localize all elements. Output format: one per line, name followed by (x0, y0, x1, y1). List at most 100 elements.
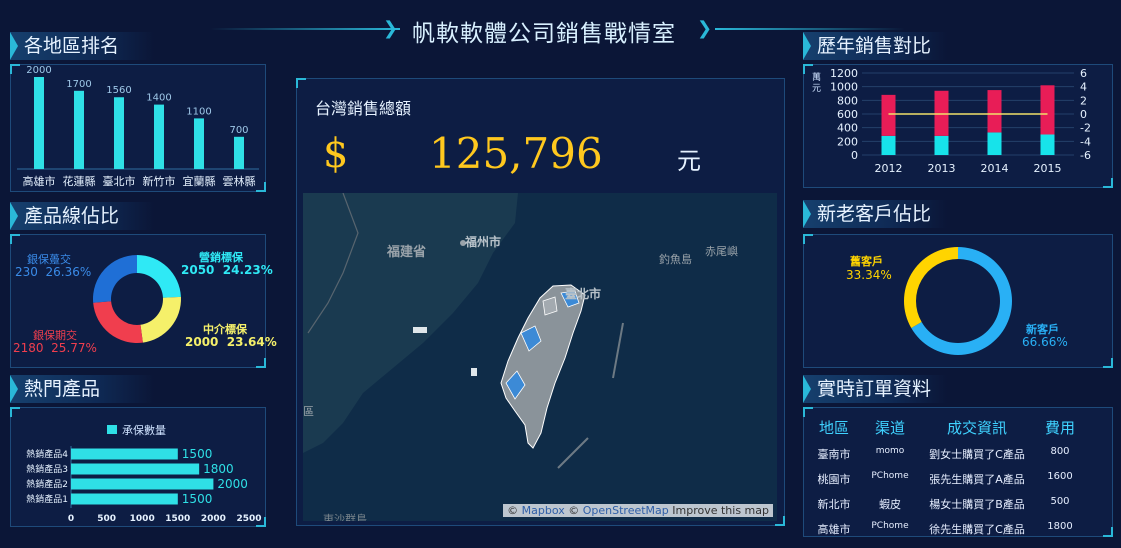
improve-map-link[interactable]: Improve this map (672, 504, 769, 517)
y2-tick-label: -2 (1080, 122, 1091, 135)
old-customer-pct: 33.34% (846, 268, 892, 282)
cell-deal: 張先生購買了A產品 (929, 473, 1025, 486)
legend-swatch (107, 425, 117, 434)
y2-tick-label: 0 (1080, 108, 1087, 121)
col-header-fee: 費用 (1044, 419, 1075, 437)
category-label: 熱銷產品1 (26, 493, 68, 505)
category-label: 臺北市 (103, 174, 136, 188)
x-tick-label: 0 (68, 514, 74, 524)
cell-channel: PChome (871, 521, 909, 531)
bar-segment (987, 90, 1002, 133)
bar-value-label: 2000 (217, 477, 248, 491)
bar-value-label: 1560 (106, 85, 131, 96)
mapbox-link[interactable]: Mapbox (522, 504, 565, 517)
yearly-chart: 1200100080060040020006420-2-4-62012 2013 2… (830, 67, 1091, 175)
hot-products-panel: 承保數量 1500 熱銷產品4 1800 熱銷產品3 2000 熱銷產品2 1500 熱銷產品… (10, 407, 266, 527)
region-rank-title: 各地區排名 (10, 32, 154, 60)
total-sales-currency: $ (323, 131, 349, 177)
total-sales-unit: 元 (677, 147, 701, 175)
x-tick-label: 500 (97, 514, 116, 524)
bar-value-label: 2000 (26, 65, 51, 76)
bar (71, 478, 214, 490)
map-label-chiwei: 赤尾嶼 (705, 245, 738, 258)
total-sales-amount: 125,796 (429, 129, 603, 178)
new-customer-pct: 66.66% (1022, 335, 1068, 349)
category-label: 高雄市 (23, 174, 56, 188)
map-label-taipei: 臺北市 (565, 287, 602, 301)
y2-tick-label: 2 (1080, 94, 1087, 107)
header-line-right (715, 28, 905, 30)
map-island-penghu (471, 368, 477, 376)
bar (194, 118, 204, 169)
center-panel: 台灣銷售總額 $ 125,796 元 福建省 福州市 臺北市 釣魚島 赤尾嶼 區… (296, 78, 785, 526)
bar (74, 90, 84, 169)
category-label: 熱銷產品3 (26, 463, 68, 475)
y2-tick-label: -6 (1080, 149, 1091, 162)
cell-region: 臺南市 (817, 448, 851, 461)
y-tick-label: 400 (837, 122, 858, 135)
cell-fee: 800 (1050, 446, 1070, 457)
x-tick-label: 2500 (236, 514, 261, 524)
cell-channel: momo (875, 446, 905, 456)
x-tick-label: 2000 (201, 514, 226, 524)
y-tick-label: 1000 (830, 81, 858, 94)
category-label: 新竹市 (143, 174, 176, 188)
map-mainland (303, 193, 518, 453)
map-sea-line (612, 322, 624, 379)
customers-panel: 舊客戶 33.34% 新客戶 66.66% (803, 234, 1113, 368)
bar (234, 136, 244, 169)
cell-deal: 劉女士購買了C產品 (929, 448, 1025, 461)
y2-tick-label: 4 (1080, 81, 1087, 94)
yearly-title: 歷年銷售對比 (803, 32, 947, 60)
bar-segment (1040, 85, 1055, 135)
slice-label-qijiao-value: 2180 25.77% (13, 341, 97, 355)
cell-region: 高雄市 (817, 523, 851, 536)
col-header-channel: 渠道 (874, 419, 905, 437)
cell-fee: 500 (1050, 496, 1070, 507)
bar-value-label: 700 (229, 125, 248, 136)
y-tick-label: 800 (837, 94, 858, 107)
y2-tick-label: -4 (1080, 135, 1091, 148)
map-label-left: 區 (303, 405, 314, 418)
map-sea-line-2 (557, 437, 589, 469)
slice-label-zhongjie-value: 2000 23.64% (185, 335, 277, 349)
pie-slice (137, 255, 181, 298)
region-rank-chart: 2000 高雄市 1700 花蓮縣 1560 臺北市 1400 新竹市 1100 宜蘭縣 700 雲林… (17, 65, 259, 188)
orders-panel: 地區 渠道 成交資訊 費用 臺南市 momo 劉女士購買了C產品 800 桃園市… (803, 407, 1113, 537)
category-label: 2015 (1034, 162, 1062, 175)
sales-map[interactable]: 福建省 福州市 臺北市 釣魚島 赤尾嶼 區 東沙群島 © Mapbox © Op… (303, 193, 777, 521)
bar (114, 97, 124, 169)
category-label: 2013 (928, 162, 956, 175)
bar (71, 493, 178, 505)
map-island-kinmen (413, 327, 427, 333)
old-customer-label: 舊客戶 (850, 255, 883, 268)
bar-value-label: 1500 (182, 492, 213, 506)
bar-value-label: 1700 (66, 79, 91, 90)
pie-slice (904, 247, 958, 329)
y2-tick-label: 6 (1080, 67, 1087, 80)
map-label-fujian: 福建省 (387, 245, 427, 260)
header-chevron-left: ❯ (383, 18, 399, 39)
bar-segment (881, 94, 896, 136)
cell-region: 桃園市 (817, 473, 851, 486)
cell-channel: 蝦皮 (879, 498, 901, 511)
product-share-title: 產品線佔比 (10, 202, 154, 230)
bar (71, 463, 200, 475)
cell-fee: 1800 (1047, 521, 1073, 532)
y-tick-label: 600 (837, 108, 858, 121)
category-label: 熱銷產品4 (26, 448, 68, 460)
cell-region: 新北市 (817, 498, 851, 511)
osm-link[interactable]: OpenStreetMap (583, 504, 669, 517)
cell-fee: 1600 (1047, 471, 1073, 482)
slice-label-yingxiao-value: 2050 24.23% (181, 263, 273, 277)
x-tick-label: 1500 (165, 514, 190, 524)
col-header-region: 地區 (818, 419, 849, 437)
taiwan-island (500, 284, 586, 449)
category-label: 花蓮縣 (63, 174, 96, 188)
cell-deal: 徐先生購買了C產品 (929, 523, 1025, 536)
product-share-panel: 營銷標保 2050 24.23% 中介標保 2000 23.64% 銀保期交 2… (10, 234, 277, 368)
page-title: 帆軟軟體公司銷售戰情室 (412, 21, 676, 47)
attr-copy-2: © (568, 504, 580, 517)
category-label: 2014 (981, 162, 1009, 175)
map-label-bottom: 東沙群島 (323, 513, 367, 521)
